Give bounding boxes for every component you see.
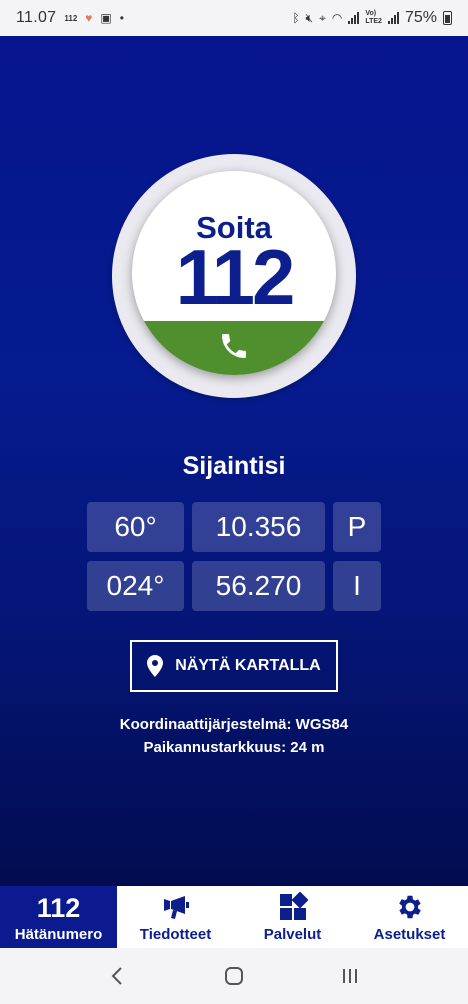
gear-icon [398, 895, 421, 919]
show-on-map-label: NÄYTÄ KARTALLA [175, 657, 321, 674]
dot-icon: • [119, 11, 124, 25]
nav-services-label: Palvelut [263, 926, 322, 943]
back-icon[interactable] [106, 964, 130, 988]
signal-icon [348, 12, 360, 24]
volte-indicator: Vo) LTE2 [365, 10, 382, 25]
latitude-degrees: 60° [87, 502, 184, 552]
recents-icon[interactable] [338, 964, 362, 988]
latitude-minutes: 10.356 [192, 502, 325, 552]
bottom-nav: 112 Hätänumero Tiedotteet Palvelut Asetu… [0, 886, 468, 948]
show-on-map-button[interactable]: NÄYTÄ KARTALLA [130, 640, 338, 692]
main-content: Soita 112 Sijaintisi 60° 10.356 P 024° 5… [0, 36, 468, 886]
nav-emergency[interactable]: 112 Hätänumero [0, 886, 117, 948]
heart-icon: ♥ [85, 11, 93, 25]
status-112-icon: 112 [64, 13, 78, 23]
battery-icon [443, 11, 452, 25]
home-icon[interactable] [222, 964, 246, 988]
longitude-hemisphere: I [333, 561, 381, 611]
bluetooth-icon: ᛒ [292, 11, 300, 25]
nav-emergency-number: 112 [36, 893, 81, 923]
location-title: Sijaintisi [182, 452, 286, 480]
longitude-minutes: 56.270 [192, 561, 325, 611]
status-bar: 11.07 112 ♥ ▣ • ᛒ 🔇︎ ⌖ ◠ Vo) LTE2 75% [0, 0, 468, 36]
wifi-icon: ◠ [331, 11, 343, 25]
nav-emergency-label: Hätänumero [14, 926, 103, 943]
battery-percent: 75% [404, 9, 437, 26]
nav-settings-label: Asetukset [373, 926, 446, 943]
megaphone-icon [163, 896, 189, 919]
map-pin-icon [147, 655, 164, 677]
system-nav-bar [0, 948, 468, 1004]
call-button-face[interactable]: Soita 112 [132, 171, 336, 375]
nav-settings[interactable]: Asetukset [351, 886, 468, 948]
call-112-button[interactable]: Soita 112 [112, 154, 356, 398]
nav-services[interactable]: Palvelut [234, 886, 351, 948]
longitude-degrees: 024° [87, 561, 184, 611]
gallery-icon: ▣ [100, 11, 112, 25]
location-icon: ⌖ [319, 11, 326, 25]
mute-icon: 🔇︎ [305, 11, 314, 25]
services-grid-icon [279, 892, 308, 920]
coordinate-system-text: Koordinaattijärjestelmä: WGS84 [119, 716, 349, 733]
call-number: 112 [175, 233, 296, 321]
signal-icon-2 [387, 12, 399, 24]
latitude-hemisphere: P [333, 502, 381, 552]
nav-announcements-label: Tiedotteet [139, 926, 212, 943]
status-time: 11.07 [16, 9, 57, 26]
nav-announcements[interactable]: Tiedotteet [117, 886, 234, 948]
accuracy-text: Paikannustarkkuus: 24 m [143, 739, 325, 756]
phone-icon [222, 334, 246, 358]
